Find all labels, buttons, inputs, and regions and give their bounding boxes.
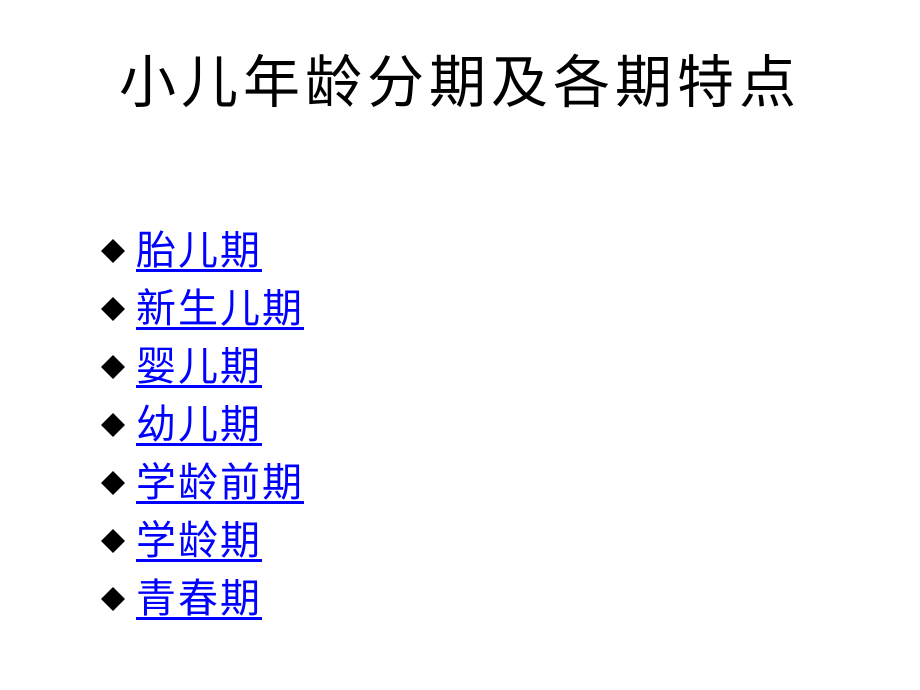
hyperlink-neonatal-period[interactable]: 新生儿期 — [136, 287, 304, 331]
hyperlink-adolescence-period[interactable]: 青春期 — [136, 577, 262, 621]
hyperlink-preschool-period[interactable]: 学龄前期 — [136, 461, 304, 505]
list-item[interactable]: 幼儿期 — [100, 396, 800, 454]
list-item[interactable]: 青春期 — [100, 570, 800, 628]
list-item[interactable]: 学龄前期 — [100, 454, 800, 512]
diamond-bullet-icon — [100, 412, 126, 438]
diamond-bullet-icon — [100, 528, 126, 554]
list-item[interactable]: 婴儿期 — [100, 338, 800, 396]
diamond-bullet-icon — [100, 586, 126, 612]
hyperlink-infancy-period[interactable]: 婴儿期 — [136, 345, 262, 389]
list-item[interactable]: 学龄期 — [100, 512, 800, 570]
hyperlink-fetal-period[interactable]: 胎儿期 — [136, 229, 262, 273]
diamond-bullet-icon — [100, 354, 126, 380]
diamond-bullet-icon — [100, 470, 126, 496]
hyperlink-toddler-period[interactable]: 幼儿期 — [136, 403, 262, 447]
list-item[interactable]: 新生儿期 — [100, 280, 800, 338]
diamond-bullet-icon — [100, 296, 126, 322]
presentation-slide: 小儿年龄分期及各期特点 胎儿期 新生儿期 婴儿期 幼儿期 学龄前期 学龄期 青春… — [0, 0, 920, 690]
hyperlink-school-age-period[interactable]: 学龄期 — [136, 519, 262, 563]
diamond-bullet-icon — [100, 238, 126, 264]
page-title: 小儿年龄分期及各期特点 — [119, 52, 801, 115]
list-item[interactable]: 胎儿期 — [100, 222, 800, 280]
age-stage-link-list: 胎儿期 新生儿期 婴儿期 幼儿期 学龄前期 学龄期 青春期 — [100, 222, 800, 628]
